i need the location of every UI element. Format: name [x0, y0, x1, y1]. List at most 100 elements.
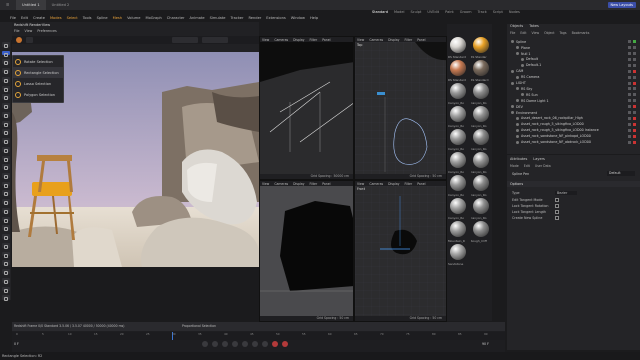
object-flags[interactable]: [628, 57, 636, 61]
object-menu-tags[interactable]: Tags: [560, 31, 567, 37]
renderview-dropdown[interactable]: [172, 37, 198, 43]
material-swatch[interactable]: Canyon_Ro: [447, 197, 469, 220]
object-menu-file[interactable]: File: [510, 31, 515, 37]
visibility-icon[interactable]: [628, 81, 631, 85]
renderview-menu-preferences[interactable]: Preferences: [37, 29, 56, 33]
object-flags[interactable]: [628, 128, 636, 132]
popup-item-rotate-selection[interactable]: Rotate Selection: [13, 56, 63, 67]
visibility-icon[interactable]: [628, 57, 631, 61]
object-flags[interactable]: [628, 140, 636, 144]
viewport-icon[interactable]: [1, 286, 10, 293]
render-flag-icon[interactable]: [633, 116, 636, 120]
object-flags[interactable]: [628, 81, 636, 85]
render-flag-icon[interactable]: [633, 40, 636, 44]
material-swatch[interactable]: Rough_Cliff: [470, 220, 492, 243]
layout-tab-track[interactable]: Track: [478, 10, 487, 14]
render-flag-icon[interactable]: [633, 81, 636, 85]
option-checkbox[interactable]: [555, 216, 559, 220]
attribute-menu-edit[interactable]: Edit: [524, 164, 530, 168]
viewport-menu-panel[interactable]: Panel: [417, 182, 425, 186]
material-swatch[interactable]: Mountain_R: [447, 220, 469, 243]
render-flag-icon[interactable]: [633, 122, 636, 126]
option-checkbox[interactable]: [555, 198, 559, 202]
object-flags[interactable]: [628, 75, 636, 79]
object-flags[interactable]: [628, 40, 636, 44]
viewport-menu-display[interactable]: Display: [293, 38, 304, 42]
object-flags[interactable]: [628, 46, 636, 50]
render-flag-icon[interactable]: [633, 128, 636, 132]
viewport-menu-view[interactable]: View: [262, 182, 269, 186]
type-dropdown[interactable]: Bezier: [555, 191, 577, 195]
visibility-icon[interactable]: [628, 40, 631, 44]
select-tool-icon[interactable]: [1, 50, 10, 57]
prev-frame-icon[interactable]: [222, 341, 228, 347]
spline-icon[interactable]: [1, 85, 10, 92]
viewport-menu-filter[interactable]: Filter: [310, 182, 318, 186]
object-menu-edit[interactable]: Edit: [520, 31, 526, 37]
brush-icon[interactable]: [1, 103, 10, 110]
object-row[interactable]: CAM: [507, 69, 640, 75]
material-swatch[interactable]: RS Standard: [447, 59, 469, 82]
object-flags[interactable]: [628, 52, 636, 56]
renderview-menu-file[interactable]: File: [14, 29, 20, 33]
solo-icon[interactable]: [1, 277, 10, 284]
field-icon[interactable]: [1, 164, 10, 171]
viewport-front[interactable]: ViewCamerasDisplayFilterPanel Front Grid…: [354, 180, 447, 322]
render-flag-icon[interactable]: [633, 57, 636, 61]
visibility-icon[interactable]: [628, 134, 631, 138]
render-flag-icon[interactable]: [633, 75, 636, 79]
render-flag-icon[interactable]: [633, 99, 636, 103]
visibility-icon[interactable]: [628, 87, 631, 91]
object-row[interactable]: Asset_rock_rough_5_sikingfiva_LOD00: [507, 122, 640, 128]
tag-icon[interactable]: [1, 173, 10, 180]
object-row[interactable]: Spline: [507, 39, 640, 45]
layout-tab-model[interactable]: Model: [394, 10, 405, 14]
visibility-icon[interactable]: [628, 111, 631, 115]
app-menu-icon[interactable]: ☰: [0, 0, 16, 10]
magnet-icon[interactable]: [1, 111, 10, 118]
viewport-perspective[interactable]: ViewCamerasDisplayFilterPanel Perspectiv…: [259, 36, 354, 180]
viewport-menu-filter[interactable]: Filter: [310, 38, 318, 42]
material-swatch[interactable]: Canyon_Ro: [447, 128, 469, 151]
viewport-menu-cameras[interactable]: Cameras: [369, 182, 383, 186]
uv-icon[interactable]: [1, 234, 10, 241]
object-flags[interactable]: [628, 122, 636, 126]
attribute-menu-mode[interactable]: Mode: [510, 164, 519, 168]
object-row[interactable]: RS Dome Light 1: [507, 98, 640, 104]
visibility-icon[interactable]: [628, 93, 631, 97]
visibility-icon[interactable]: [628, 75, 631, 79]
viewport-menu-panel[interactable]: Panel: [417, 38, 425, 42]
viewport-menu-panel[interactable]: Panel: [322, 182, 330, 186]
auto-key-icon[interactable]: [282, 341, 288, 347]
object-flags[interactable]: [628, 93, 636, 97]
polygon-icon[interactable]: [1, 225, 10, 232]
viewport-menu-view[interactable]: View: [262, 38, 269, 42]
object-row[interactable]: Environment: [507, 110, 640, 116]
visibility-icon[interactable]: [628, 52, 631, 56]
visibility-icon[interactable]: [628, 116, 631, 120]
material-swatch[interactable]: Canyon_Ro: [447, 105, 469, 128]
deformer-icon[interactable]: [1, 155, 10, 162]
viewport-menu-cameras[interactable]: Cameras: [274, 38, 288, 42]
visibility-icon[interactable]: [628, 140, 631, 144]
extrude-icon[interactable]: [1, 190, 10, 197]
visibility-icon[interactable]: [628, 99, 631, 103]
object-row[interactable]: Null 1: [507, 51, 640, 57]
material-swatch[interactable]: Canyon_Ro: [447, 174, 469, 197]
render-flag-icon[interactable]: [633, 52, 636, 56]
render-flag-icon[interactable]: [633, 46, 636, 50]
object-row[interactable]: RS Sky: [507, 86, 640, 92]
option-checkbox[interactable]: [555, 204, 559, 208]
paint-icon[interactable]: [1, 129, 10, 136]
viewport-menu-filter[interactable]: Filter: [405, 182, 413, 186]
object-row[interactable]: Plane: [507, 45, 640, 51]
option-checkbox[interactable]: [555, 210, 559, 214]
render-flag-icon[interactable]: [633, 134, 636, 138]
viewport-menu-display[interactable]: Display: [388, 182, 399, 186]
object-flags[interactable]: [628, 87, 636, 91]
material-swatch[interactable]: Canyon_Ro: [470, 197, 492, 220]
timeline-ruler[interactable]: 0 5 10 15 20 25 30 35 40 45 50 55 60 65 70 75 80 85 90: [12, 332, 505, 340]
object-flags[interactable]: [628, 111, 636, 115]
snap-icon[interactable]: [1, 251, 10, 258]
object-flags[interactable]: [628, 105, 636, 109]
